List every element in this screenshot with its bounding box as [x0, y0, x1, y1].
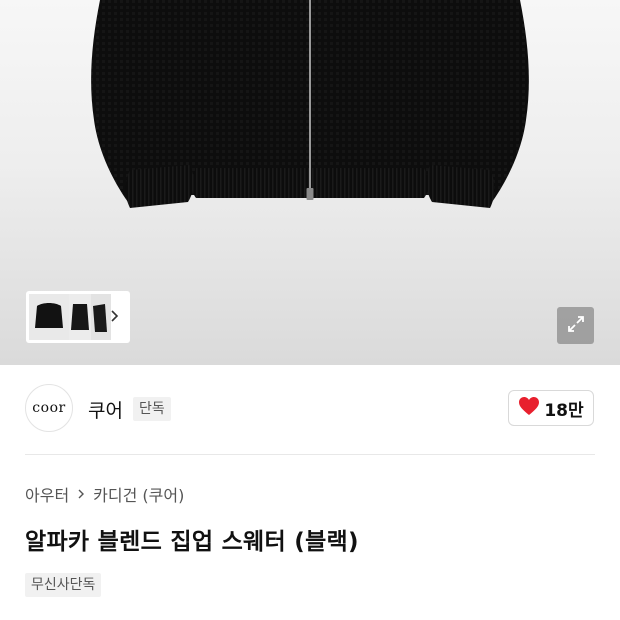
expand-button[interactable]	[557, 307, 594, 344]
musinsa-exclusive-tag: 무신사단독	[25, 573, 102, 597]
breadcrumb-item-cardigan[interactable]: 카디건 (쿠어)	[93, 482, 184, 506]
thumbnail-strip[interactable]	[26, 291, 130, 343]
chevron-right-icon[interactable]	[108, 306, 122, 326]
divider	[25, 454, 595, 455]
brand-logo[interactable]: coor	[25, 384, 73, 432]
chevron-right-icon	[77, 488, 85, 500]
product-image-gallery[interactable]	[0, 0, 620, 365]
brand-row: coor 쿠어 단독 18만	[0, 365, 620, 455]
product-title: 알파카 블렌드 집업 스웨터 (블랙)	[25, 529, 359, 555]
like-count: 18만	[544, 400, 584, 421]
brand-exclusive-badge: 단독	[133, 397, 171, 421]
breadcrumb: 아우터 카디건 (쿠어)	[25, 482, 184, 506]
heart-icon	[518, 396, 540, 420]
expand-icon	[566, 314, 586, 338]
like-button[interactable]: 18만	[508, 390, 594, 426]
breadcrumb-item-outer[interactable]: 아우터	[25, 482, 69, 506]
thumbnail-images[interactable]	[29, 294, 111, 340]
brand-name[interactable]: 쿠어	[88, 396, 123, 423]
brand-logo-text: coor	[32, 400, 66, 416]
